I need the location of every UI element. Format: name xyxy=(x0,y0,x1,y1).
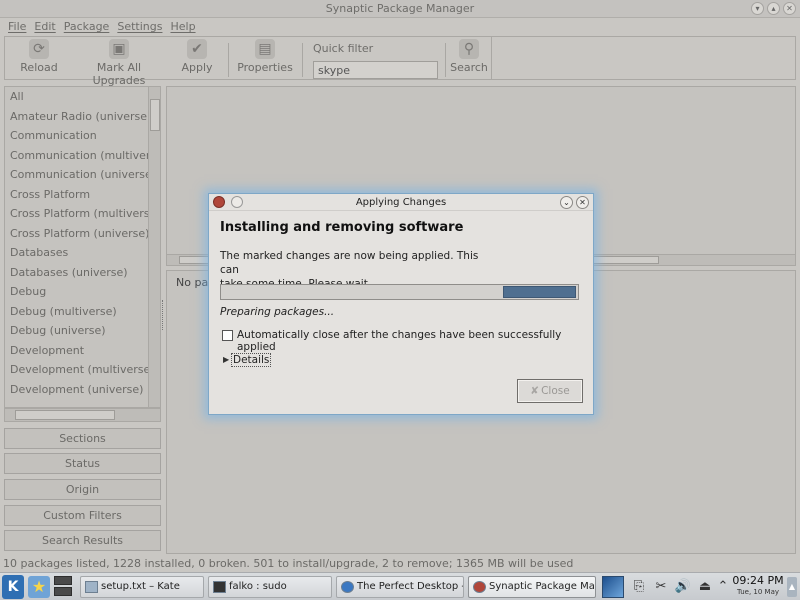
auto-close-checkbox[interactable] xyxy=(222,330,233,341)
auto-close-label[interactable]: Automatically close after the changes ha… xyxy=(237,329,593,353)
section-item[interactable]: Communication (multiverse) xyxy=(5,146,160,166)
section-item[interactable]: Development (universe) xyxy=(5,380,160,400)
favorites-star-icon[interactable]: ★ xyxy=(28,576,50,598)
menu-settings[interactable]: Settings xyxy=(113,18,166,35)
klipper-scissors-icon[interactable]: ✂ xyxy=(652,577,670,597)
window-titlebar: Synaptic Package Manager ▾ ▴ ✕ xyxy=(0,0,800,18)
toolbar: ⟳ Reload ▣ Mark All Upgrades ✔ Apply ▤ P… xyxy=(4,36,492,87)
task-browser[interactable]: The Perfect Desktop - xyxy=(336,576,464,598)
close-icon: ✘ xyxy=(530,385,540,397)
desktop-pager[interactable] xyxy=(54,576,74,598)
section-item[interactable]: Debug (universe) xyxy=(5,321,160,341)
kde-menu-icon[interactable]: K xyxy=(2,575,24,599)
toolbar-separator xyxy=(302,43,303,77)
section-item[interactable]: All xyxy=(5,87,160,107)
section-item[interactable]: Development xyxy=(5,341,160,361)
search-icon: ⚲ xyxy=(459,39,479,59)
dialog-titlebar: Applying Changes ⌄ ✕ xyxy=(209,194,593,211)
properties-button[interactable]: ▤ Properties xyxy=(237,39,293,74)
scrollbar-thumb[interactable] xyxy=(150,99,160,131)
expander-arrow-icon[interactable]: ▶ xyxy=(223,355,229,364)
status-filter-button[interactable]: Status xyxy=(4,453,161,474)
show-desktop-icon[interactable] xyxy=(602,576,624,598)
task-terminal[interactable]: falko : sudo xyxy=(208,576,332,598)
reload-button[interactable]: ⟳ Reload xyxy=(17,39,61,74)
device-notifier-icon[interactable]: ⏏ xyxy=(696,577,714,597)
menu-help[interactable]: Help xyxy=(166,18,199,35)
task-synaptic[interactable]: Synaptic Package Mana xyxy=(468,576,596,598)
toolbar-separator xyxy=(228,43,229,77)
properties-icon: ▤ xyxy=(255,39,275,59)
mark-upgrades-icon: ▣ xyxy=(109,39,129,59)
clock-time: 09:24 PM xyxy=(732,574,784,587)
dialog-heading: Installing and removing software xyxy=(220,220,464,235)
window-close-button[interactable]: ✕ xyxy=(783,2,796,15)
dialog-close-icon[interactable]: ✕ xyxy=(576,196,589,209)
menu-file[interactable]: File xyxy=(4,18,30,35)
progress-status-text: Preparing packages... xyxy=(220,306,335,318)
window-maximize-button[interactable]: ▴ xyxy=(767,2,780,15)
sections-filter-button[interactable]: Sections xyxy=(4,428,161,449)
section-item[interactable]: Cross Platform (universe) xyxy=(5,224,160,244)
section-item[interactable]: Communication (universe) xyxy=(5,165,160,185)
section-item[interactable]: Debug (multiverse) xyxy=(5,302,160,322)
volume-icon[interactable]: 🔊 xyxy=(674,577,692,597)
apply-checkmark-icon: ✔ xyxy=(187,39,207,59)
section-item[interactable]: Debug xyxy=(5,282,160,302)
synaptic-app-icon xyxy=(213,196,225,208)
mark-all-upgrades-button[interactable]: ▣ Mark All Upgrades xyxy=(71,39,167,87)
window-minimize-button[interactable]: ▾ xyxy=(751,2,764,15)
apply-button[interactable]: ✔ Apply xyxy=(177,39,217,74)
window-menu-icon[interactable] xyxy=(231,196,243,208)
menu-package[interactable]: Package xyxy=(60,18,114,35)
quick-filter-label: Quick filter xyxy=(313,42,374,55)
section-item[interactable]: Amateur Radio (universe) xyxy=(5,107,160,127)
network-icon[interactable]: ⎘ xyxy=(630,577,648,597)
tray-arrow-icon[interactable]: ⌃ xyxy=(714,577,732,597)
menu-edit[interactable]: Edit xyxy=(30,18,59,35)
details-expander[interactable]: Details xyxy=(231,353,272,367)
section-item[interactable]: Cross Platform (multiverse) xyxy=(5,204,160,224)
applying-changes-dialog: Applying Changes ⌄ ✕ Installing and remo… xyxy=(208,193,594,415)
sections-vertical-scrollbar[interactable] xyxy=(148,87,160,407)
section-item[interactable]: Databases (universe) xyxy=(5,263,160,283)
browser-icon xyxy=(341,581,354,593)
synaptic-icon xyxy=(473,581,486,593)
taskbar: K ★ setup.txt – Kate falko : sudo The Pe… xyxy=(0,572,800,600)
window-title: Synaptic Package Manager xyxy=(325,2,475,15)
menubar: File Edit Package Settings Help xyxy=(0,18,800,35)
sections-list: All Amateur Radio (universe) Communicati… xyxy=(4,86,161,408)
terminal-icon xyxy=(213,581,226,593)
progress-bar-fill xyxy=(503,286,576,298)
sections-horizontal-scrollbar[interactable] xyxy=(4,408,161,422)
dialog-shade-button[interactable]: ⌄ xyxy=(560,196,573,209)
pane-splitter-handle[interactable] xyxy=(162,300,165,330)
pager-desktop-2[interactable] xyxy=(54,587,72,596)
custom-filters-button[interactable]: Custom Filters xyxy=(4,505,161,526)
section-item[interactable]: Cross Platform xyxy=(5,185,160,205)
search-button[interactable]: ⚲ Search xyxy=(449,39,489,74)
status-bar: 10 packages listed, 1228 installed, 0 br… xyxy=(3,557,574,570)
progress-bar xyxy=(220,284,579,300)
clock[interactable]: 09:24 PM Tue, 10 May xyxy=(732,574,784,597)
panel-toolbox-icon[interactable]: ▲ xyxy=(787,577,797,597)
search-results-button[interactable]: Search Results xyxy=(4,530,161,551)
section-item[interactable]: Databases xyxy=(5,243,160,263)
toolbar-empty-area xyxy=(492,36,796,80)
kate-icon xyxy=(85,581,98,593)
reload-icon: ⟳ xyxy=(29,39,49,59)
pager-desktop-1[interactable] xyxy=(54,576,72,585)
dialog-title: Applying Changes xyxy=(355,197,447,208)
task-kate[interactable]: setup.txt – Kate xyxy=(80,576,204,598)
section-item[interactable]: Communication xyxy=(5,126,160,146)
scrollbar-thumb[interactable] xyxy=(15,410,115,420)
toolbar-separator xyxy=(445,43,446,77)
close-button[interactable]: ✘ Close xyxy=(517,379,583,403)
origin-filter-button[interactable]: Origin xyxy=(4,479,161,500)
quick-filter-input[interactable] xyxy=(313,61,438,79)
section-item[interactable]: Development (multiverse) xyxy=(5,360,160,380)
clock-date: Tue, 10 May xyxy=(736,588,779,596)
